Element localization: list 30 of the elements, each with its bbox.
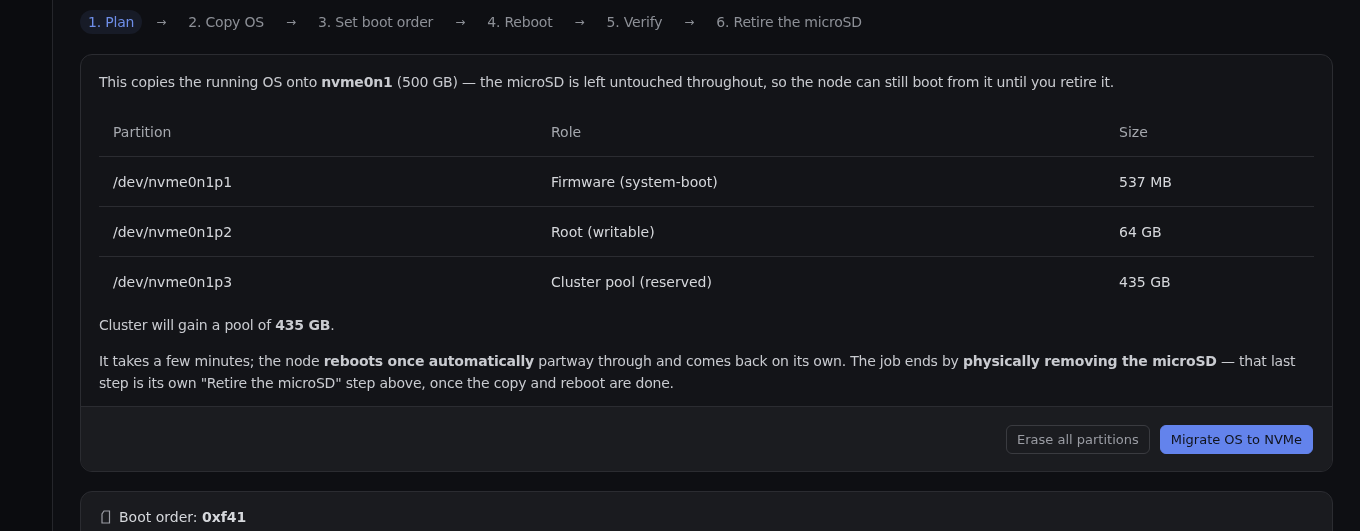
step-tab[interactable]: 6. Retire the microSD [708,10,870,34]
explanation-text: It takes a few minutes; the node reboots once automatically partway through and comes back on its own. The job ends by physically removing the microSD — that last step is its own "Retire the microSD" step above, once the copy and reboot are done. [99,352,1297,393]
erase-button[interactable]: Erase all partitions [1006,425,1150,454]
step-tab[interactable]: 4. Reboot [479,10,561,34]
table-cell: Firmware (system-boot) [537,156,1105,207]
table-cell: /dev/nvme0n1p3 [99,256,537,306]
migrate-button[interactable]: Migrate OS to NVMe [1159,425,1313,454]
intro-text: This copies the running OS onto nvme0n1 (500 GB) — the microSD is left untouched throughout, so the node can still boot from it until you retire it. [99,73,1116,92]
table-cell: 435 GB [1105,256,1314,306]
arrow: → [684,15,695,29]
table-cell: /dev/nvme0n1p2 [99,206,537,257]
step-tab[interactable]: 3. Set boot order [310,10,442,34]
table-cell: /dev/nvme0n1p1 [99,156,537,207]
column-header: Role [537,107,1105,157]
table-cell: 537 MB [1105,156,1314,207]
arrow: → [574,15,585,29]
pool-note: Cluster will gain a pool of 435 GB. [99,316,336,335]
table-cell: Cluster pool (reserved) [537,256,1105,306]
column-header: Partition [99,107,537,157]
step-tab[interactable]: 1. Plan [80,10,143,34]
sd-card-icon [101,510,111,524]
table-cell: Root (writable) [537,206,1105,257]
step-tab[interactable]: 5. Verify [598,10,671,34]
step-tab[interactable]: 2. Copy OS [180,10,272,34]
arrow: → [455,15,466,29]
boot-order-title: Boot order: 0xf41 [119,509,247,525]
table-cell: 64 GB [1105,206,1314,257]
arrow: → [156,15,167,29]
arrow: → [285,15,296,29]
column-header: Size [1105,107,1314,157]
